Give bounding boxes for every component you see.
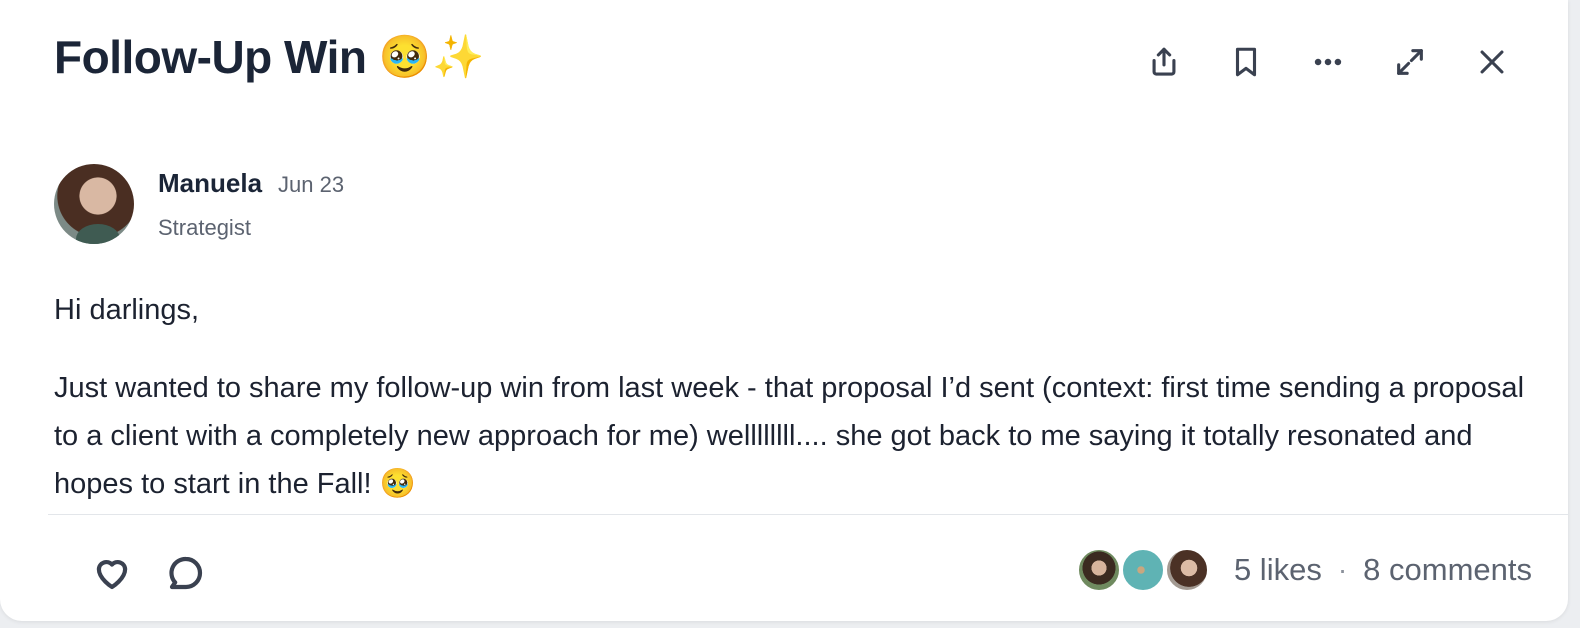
liker-avatar bbox=[1163, 547, 1210, 593]
bookmark-button[interactable] bbox=[1220, 38, 1272, 86]
close-button[interactable] bbox=[1466, 38, 1518, 86]
post-body: Hi darlings, Just wanted to share my fol… bbox=[54, 286, 1524, 538]
post-greeting: Hi darlings, bbox=[54, 294, 200, 326]
heart-icon bbox=[96, 560, 128, 590]
liker-avatars[interactable] bbox=[1075, 547, 1210, 593]
post-card: Follow-Up Win 🥹 ✨ Manuela Jun 23 Strateg… bbox=[0, 0, 1568, 621]
stats-separator: · bbox=[1337, 554, 1348, 585]
comments-count[interactable]: 8 comments bbox=[1363, 552, 1532, 588]
share-button[interactable] bbox=[1138, 38, 1190, 86]
post-footer: 5 likes · 8 comments bbox=[48, 515, 1568, 621]
bookmark-icon bbox=[1235, 47, 1257, 77]
post-title-text: Follow-Up Win bbox=[54, 31, 367, 83]
post-title: Follow-Up Win 🥹 ✨ bbox=[54, 30, 485, 84]
title-emojis: 🥹 ✨ bbox=[378, 33, 484, 82]
comment-bubble-icon bbox=[169, 556, 203, 590]
sparkles-emoji: ✨ bbox=[432, 32, 485, 80]
likes-count[interactable]: 5 likes bbox=[1234, 552, 1322, 588]
post-message: Just wanted to share my follow-up win fr… bbox=[54, 372, 1525, 500]
engagement-stats: 5 likes · 8 comments bbox=[1075, 547, 1532, 593]
post-toolbar bbox=[1138, 38, 1518, 86]
liker-avatar bbox=[1119, 547, 1166, 593]
author-role: Strategist bbox=[158, 215, 251, 240]
expand-icon bbox=[1397, 49, 1423, 75]
like-button[interactable] bbox=[88, 549, 136, 597]
avatar[interactable] bbox=[54, 164, 134, 244]
more-icon bbox=[1314, 58, 1342, 66]
author-meta: Manuela Jun 23 Strategist bbox=[158, 168, 344, 241]
comment-button[interactable] bbox=[162, 549, 210, 597]
share-icon bbox=[1152, 47, 1176, 76]
more-options-button[interactable] bbox=[1302, 38, 1354, 86]
close-icon bbox=[1480, 50, 1504, 74]
liker-avatar bbox=[1075, 547, 1122, 593]
post-date: Jun 23 bbox=[278, 172, 345, 197]
pleading-face-emoji: 🥹 bbox=[378, 32, 431, 80]
expand-button[interactable] bbox=[1384, 38, 1436, 86]
author-name[interactable]: Manuela bbox=[158, 168, 262, 199]
author-line: Manuela Jun 23 bbox=[158, 168, 344, 199]
author-block: Manuela Jun 23 Strategist bbox=[54, 164, 344, 244]
